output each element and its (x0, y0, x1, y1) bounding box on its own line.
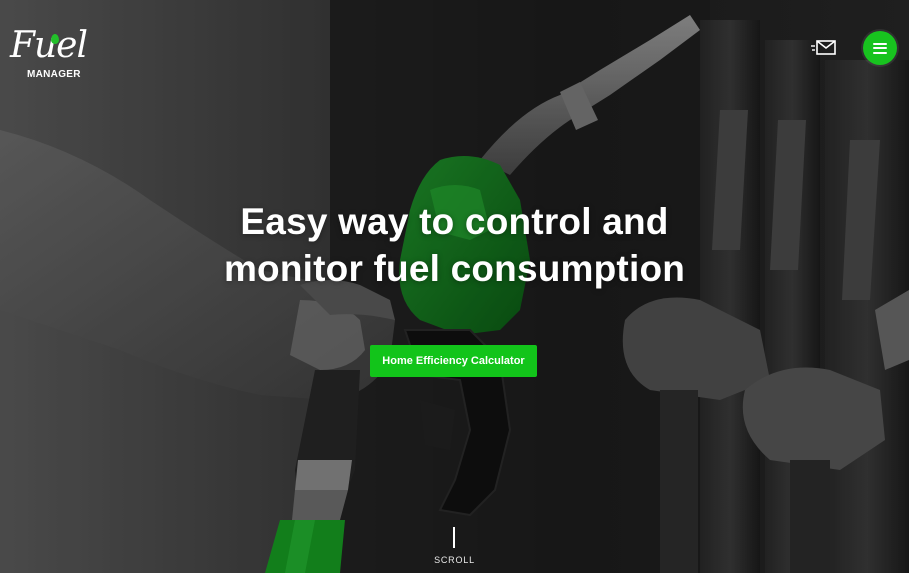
logo-subtitle: MANAGER (27, 69, 81, 80)
fuel-drop-icon (51, 34, 59, 44)
mail-icon (811, 40, 836, 55)
hamburger-menu-icon (873, 42, 887, 54)
home-efficiency-calculator-button[interactable]: Home Efficiency Calculator (370, 345, 537, 377)
brand-logo[interactable]: Fuel MANAGER (10, 28, 94, 82)
headline-line-1: Easy way to control and (240, 201, 669, 242)
headline-line-2: monitor fuel consumption (223, 248, 686, 289)
menu-button[interactable] (863, 31, 897, 65)
logo-wordmark: Fuel (10, 25, 88, 66)
scroll-label[interactable]: SCROLL (0, 555, 909, 565)
hero-section: Fuel MANAGER Easy way to control and mon… (0, 0, 909, 573)
mail-button[interactable] (811, 38, 837, 58)
scroll-indicator-line[interactable] (453, 527, 455, 548)
hero-headline: Easy way to control and monitor fuel con… (0, 198, 909, 292)
